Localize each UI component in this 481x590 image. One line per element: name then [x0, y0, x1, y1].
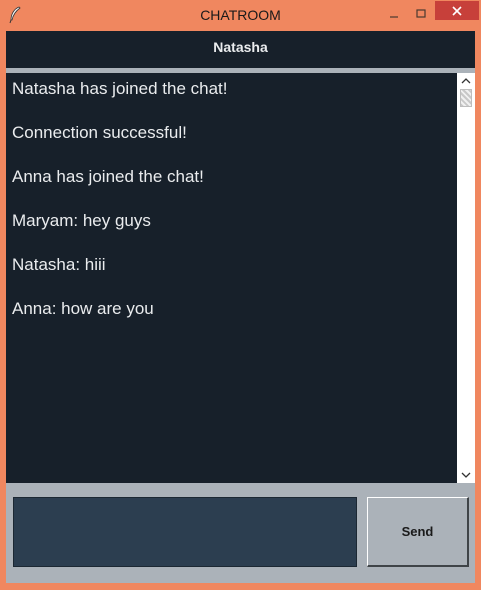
chatroom-window: CHATROOM Natasha Natasha has joined the … [0, 0, 481, 590]
chevron-down-icon [461, 472, 471, 478]
close-button[interactable] [435, 1, 479, 20]
title-bar[interactable]: CHATROOM [0, 0, 481, 31]
chat-message: Natasha: hiii [12, 255, 106, 274]
chat-scrollbar[interactable] [457, 73, 475, 483]
minimize-button[interactable] [381, 4, 407, 24]
chat-message: Connection successful! [12, 123, 187, 142]
chat-client-area: Natasha Natasha has joined the chat! Con… [6, 31, 475, 583]
message-input[interactable] [13, 497, 357, 567]
maximize-button[interactable] [408, 4, 434, 24]
send-button[interactable]: Send [367, 497, 469, 567]
chat-messages-area[interactable]: Natasha has joined the chat! Connection … [6, 73, 457, 483]
chevron-up-icon [461, 78, 471, 84]
maximize-icon [416, 9, 426, 18]
scroll-up-button[interactable] [457, 73, 475, 89]
username-header: Natasha [6, 31, 475, 68]
scroll-thumb[interactable] [460, 89, 472, 107]
window-bottom-border [0, 583, 481, 590]
chat-message: Anna: how are you [12, 299, 154, 318]
chat-message: Anna has joined the chat! [12, 167, 204, 186]
close-icon [452, 5, 462, 16]
minimize-icon [390, 16, 398, 18]
scroll-down-button[interactable] [457, 467, 475, 483]
chat-message: Maryam: hey guys [12, 211, 151, 230]
composer-bar: Send [6, 483, 475, 583]
chat-message: Natasha has joined the chat! [12, 79, 228, 98]
